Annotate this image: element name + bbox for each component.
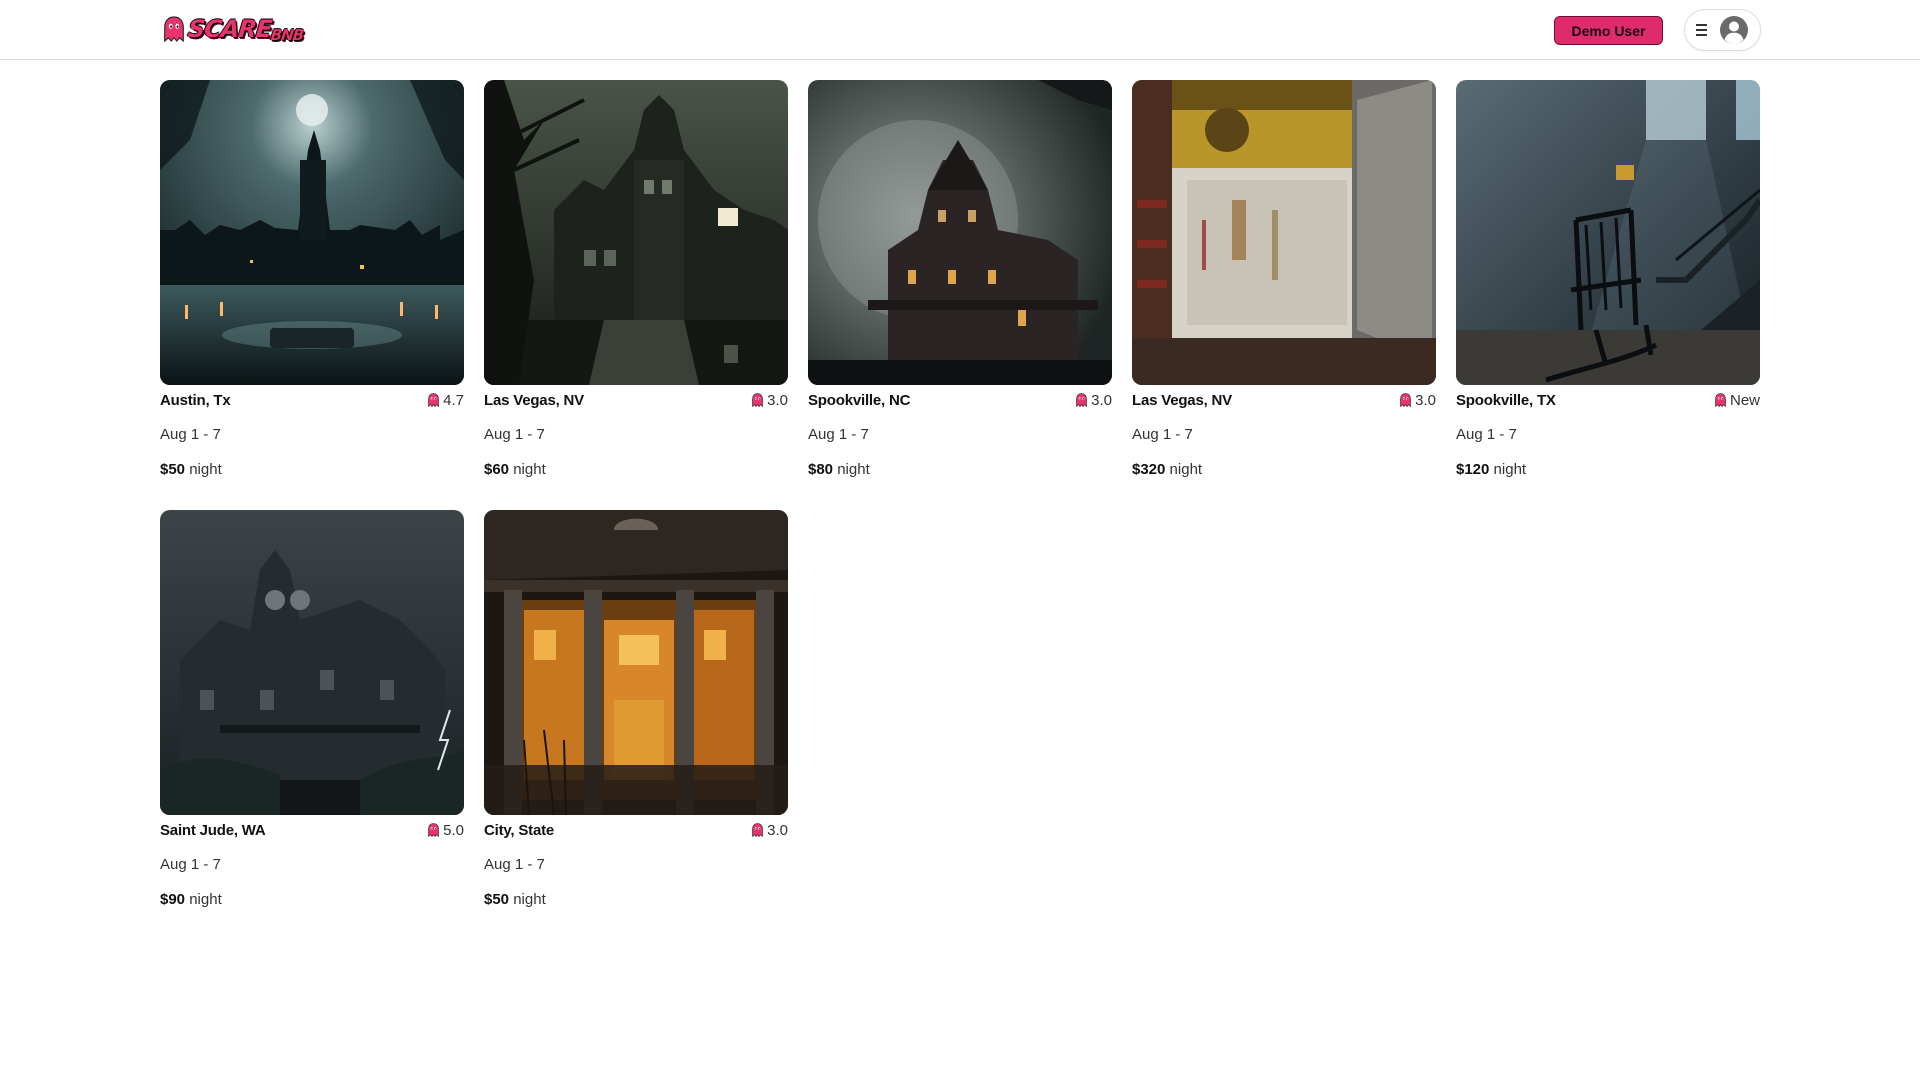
listing-image[interactable]: [808, 80, 1112, 385]
rating-value: New: [1729, 391, 1760, 409]
listing-city: Las Vegas, NV: [484, 391, 584, 409]
listing-price: $80 night: [808, 461, 1112, 479]
listing-dates: Aug 1 - 7: [808, 426, 869, 443]
listing-price: $90 night: [160, 891, 464, 909]
profile-menu-button[interactable]: [1684, 9, 1761, 51]
listing-rating: 5.0: [428, 822, 464, 839]
price-unit: night: [837, 461, 870, 478]
listing-city: Spookville, NC: [808, 391, 911, 409]
user-circle-icon: [1720, 16, 1748, 44]
listing-price: $50 night: [484, 891, 788, 909]
ghost-icon: [428, 393, 439, 407]
listing-card[interactable]: City, State 3.0 Aug 1 - 7 $50 night: [484, 510, 788, 909]
logo-text-main: SCARE: [186, 14, 273, 43]
rating-value: 3.0: [1415, 391, 1436, 409]
columned-mansion-image: [484, 510, 788, 815]
demo-user-button[interactable]: Demo User: [1554, 16, 1663, 45]
listing-price: $60 night: [484, 461, 788, 479]
listing-city: Saint Jude, WA: [160, 821, 266, 839]
listing-city: Las Vegas, NV: [1132, 391, 1232, 409]
listing-dates: Aug 1 - 7: [1132, 426, 1193, 443]
listing-rating: 3.0: [1400, 392, 1436, 409]
price-unit: night: [1493, 461, 1527, 478]
top-nav: SCAREBNB Demo User: [0, 0, 1920, 60]
gothic-mansion-image: [484, 80, 788, 385]
price-amount: $50: [160, 461, 186, 478]
scarebnb-logo[interactable]: SCAREBNB: [163, 13, 304, 45]
listing-rating: 3.0: [752, 822, 788, 839]
listing-image[interactable]: [484, 510, 788, 815]
logo-wordmark: SCAREBNB: [186, 15, 305, 44]
listing-rating: 4.7: [428, 392, 464, 409]
listing-card[interactable]: Spookville, TX New Aug 1 - 7 $120 night: [1456, 80, 1760, 479]
rocking-chair-image: [1456, 80, 1760, 385]
listing-card[interactable]: Las Vegas, NV 3.0 Aug 1 - 7 $60 night: [484, 80, 788, 479]
listing-dates: Aug 1 - 7: [160, 426, 221, 443]
listing-price: $320 night: [1132, 461, 1436, 479]
listing-image[interactable]: [484, 80, 788, 385]
victorian-moon-image: [808, 80, 1112, 385]
rating-value: 3.0: [1091, 391, 1112, 409]
price-unit: night: [189, 891, 222, 908]
price-amount: $50: [484, 891, 510, 908]
price-amount: $320: [1132, 461, 1166, 478]
listing-image[interactable]: [1132, 80, 1436, 385]
ghost-icon: [1076, 393, 1087, 407]
listing-dates: Aug 1 - 7: [160, 856, 221, 873]
price-unit: night: [513, 891, 546, 908]
rating-value: 3.0: [767, 821, 788, 839]
listing-price: $50 night: [160, 461, 464, 479]
price-amount: $90: [160, 891, 186, 908]
ghost-icon: [163, 16, 185, 42]
bloody-door-image: [1132, 80, 1436, 385]
rating-value: 4.7: [443, 391, 464, 409]
ghost-icon: [752, 823, 763, 837]
ghost-icon: [752, 393, 763, 407]
logo-text-small: BNB: [269, 25, 305, 44]
rating-value: 3.0: [767, 391, 788, 409]
listing-dates: Aug 1 - 7: [484, 856, 545, 873]
listing-price: $120 night: [1456, 461, 1760, 479]
price-unit: night: [189, 461, 222, 478]
listing-city: Spookville, TX: [1456, 391, 1556, 409]
listing-dates: Aug 1 - 7: [484, 426, 545, 443]
listing-image[interactable]: [160, 510, 464, 815]
listing-card[interactable]: Spookville, NC 3.0 Aug 1 - 7 $80 night: [808, 80, 1112, 479]
listing-card[interactable]: Austin, Tx 4.7 Aug 1 - 7 $50 night: [160, 80, 464, 479]
ghost-icon: [428, 823, 439, 837]
price-amount: $80: [808, 461, 834, 478]
stormy-mansion-image: [160, 510, 464, 815]
listing-rating: 3.0: [752, 392, 788, 409]
listing-image[interactable]: [1456, 80, 1760, 385]
price-unit: night: [1169, 461, 1203, 478]
price-amount: $60: [484, 461, 510, 478]
listing-city: Austin, Tx: [160, 391, 231, 409]
listing-image[interactable]: [160, 80, 464, 385]
castle-lake-image: [160, 80, 464, 385]
hamburger-menu-icon: [1696, 24, 1707, 36]
listing-rating: 3.0: [1076, 392, 1112, 409]
listing-rating: New: [1715, 392, 1760, 409]
price-unit: night: [513, 461, 546, 478]
listing-card[interactable]: Las Vegas, NV 3.0 Aug 1 - 7 $320 night: [1132, 80, 1436, 479]
price-amount: $120: [1456, 461, 1490, 478]
ghost-icon: [1715, 393, 1726, 407]
rating-value: 5.0: [443, 821, 464, 839]
ghost-icon: [1400, 393, 1411, 407]
listing-dates: Aug 1 - 7: [1456, 426, 1517, 443]
listings-grid: Austin, Tx 4.7 Aug 1 - 7 $50 night Las V…: [160, 80, 1760, 909]
listing-city: City, State: [484, 821, 555, 839]
listing-card[interactable]: Saint Jude, WA 5.0 Aug 1 - 7 $90 night: [160, 510, 464, 909]
